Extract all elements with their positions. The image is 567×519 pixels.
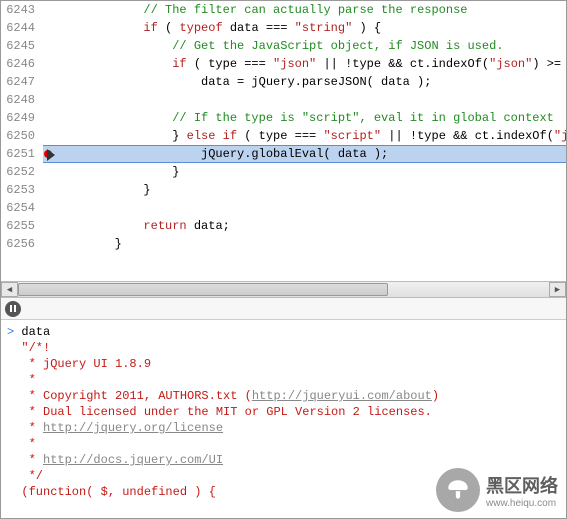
breakpoint-gutter[interactable] <box>43 1 57 19</box>
line-number[interactable]: 6250 <box>1 127 43 145</box>
code-text: } <box>57 235 566 253</box>
line-number[interactable]: 6253 <box>1 181 43 199</box>
code-line[interactable]: 6250 } else if ( type === "script" || !t… <box>1 127 566 145</box>
line-number[interactable]: 6245 <box>1 37 43 55</box>
line-number[interactable]: 6251 <box>1 145 43 163</box>
code-line[interactable]: 6248 <box>1 91 566 109</box>
console-output-line: * jQuery UI 1.8.9 <box>7 356 560 372</box>
mushroom-icon <box>436 468 480 512</box>
console-output-line: * http://jquery.org/license <box>7 420 560 436</box>
watermark-url: www.heiqu.com <box>486 498 558 509</box>
console-output-line: * <box>7 372 560 388</box>
scroll-left-button[interactable]: ◀ <box>1 282 18 297</box>
breakpoint-gutter[interactable] <box>43 37 57 55</box>
console-input-line[interactable]: > data <box>7 324 560 340</box>
code-text: } <box>57 181 566 199</box>
code-line[interactable]: 6252 } <box>1 163 566 181</box>
code-line[interactable]: 6255 return data; <box>1 217 566 235</box>
line-number[interactable]: 6254 <box>1 199 43 217</box>
console-output-line: * http://docs.jquery.com/UI <box>7 452 560 468</box>
watermark: 黑区网络 www.heiqu.com <box>436 468 558 512</box>
breakpoint-gutter[interactable] <box>43 235 57 253</box>
breakpoint-gutter[interactable] <box>43 145 57 163</box>
breakpoint-gutter[interactable] <box>43 19 57 37</box>
code-line[interactable]: 6244 if ( typeof data === "string" ) { <box>1 19 566 37</box>
line-number[interactable]: 6247 <box>1 73 43 91</box>
line-number[interactable]: 6246 <box>1 55 43 73</box>
breakpoint-gutter[interactable] <box>43 217 57 235</box>
line-number[interactable]: 6255 <box>1 217 43 235</box>
breakpoint-gutter[interactable] <box>43 127 57 145</box>
breakpoint-gutter[interactable] <box>43 91 57 109</box>
link[interactable]: http://jquery.org/license <box>43 421 223 435</box>
line-number[interactable]: 6249 <box>1 109 43 127</box>
scrollbar-track[interactable] <box>18 282 549 297</box>
code-line[interactable]: 6246 if ( type === "json" || !type && ct… <box>1 55 566 73</box>
console-output-line: * Dual licensed under the MIT or GPL Ver… <box>7 404 560 420</box>
code-line[interactable]: 6243 // The filter can actually parse th… <box>1 1 566 19</box>
link[interactable]: http://docs.jquery.com/UI <box>43 453 223 467</box>
line-number[interactable]: 6252 <box>1 163 43 181</box>
code-line[interactable]: 6253 } <box>1 181 566 199</box>
console-output-line: // prevent duplicate loading <box>7 516 560 518</box>
code-line[interactable]: 6254 <box>1 199 566 217</box>
breakpoint-gutter[interactable] <box>43 55 57 73</box>
code-text: return data; <box>57 217 566 235</box>
console-output-line: * <box>7 436 560 452</box>
watermark-title: 黑区网络 <box>486 472 558 498</box>
console-output-line: * Copyright 2011, AUTHORS.txt (http://jq… <box>7 388 560 404</box>
code-line[interactable]: 6247 data = jQuery.parseJSON( data ); <box>1 73 566 91</box>
breakpoint-gutter[interactable] <box>43 73 57 91</box>
code-line[interactable]: 6245 // Get the JavaScript object, if JS… <box>1 37 566 55</box>
code-text: } else if ( type === "script" || !type &… <box>57 127 566 145</box>
code-text <box>57 91 566 109</box>
code-text: // Get the JavaScript object, if JSON is… <box>57 37 566 55</box>
debugger-toolbar <box>1 298 566 320</box>
pause-icon[interactable] <box>5 301 21 317</box>
breakpoint-gutter[interactable] <box>43 163 57 181</box>
code-line[interactable]: 6249 // If the type is "script", eval it… <box>1 109 566 127</box>
breakpoint-gutter[interactable] <box>43 109 57 127</box>
code-line[interactable]: 6251 jQuery.globalEval( data ); <box>1 145 566 163</box>
line-number[interactable]: 6256 <box>1 235 43 253</box>
scrollbar-thumb[interactable] <box>18 283 388 296</box>
line-number[interactable]: 6243 <box>1 1 43 19</box>
code-text: // The filter can actually parse the res… <box>57 1 566 19</box>
code-text: if ( type === "json" || !type && ct.inde… <box>57 55 566 73</box>
breakpoint-gutter[interactable] <box>43 199 57 217</box>
code-text: } <box>57 163 566 181</box>
code-text: if ( typeof data === "string" ) { <box>57 19 566 37</box>
source-editor[interactable]: 6243 // The filter can actually parse th… <box>1 1 566 281</box>
link[interactable]: http://jqueryui.com/about <box>252 389 432 403</box>
code-text: // If the type is "script", eval it in g… <box>57 109 566 127</box>
execution-arrow-icon <box>47 149 55 161</box>
code-text <box>57 199 566 217</box>
code-line[interactable]: 6256 } <box>1 235 566 253</box>
code-text: jQuery.globalEval( data ); <box>57 145 566 163</box>
breakpoint-gutter[interactable] <box>43 181 57 199</box>
code-text: data = jQuery.parseJSON( data ); <box>57 73 566 91</box>
line-number[interactable]: 6244 <box>1 19 43 37</box>
horizontal-scrollbar[interactable]: ◀ ▶ <box>1 281 566 298</box>
console-output-line: "/*! <box>7 340 560 356</box>
line-number[interactable]: 6248 <box>1 91 43 109</box>
scroll-right-button[interactable]: ▶ <box>549 282 566 297</box>
